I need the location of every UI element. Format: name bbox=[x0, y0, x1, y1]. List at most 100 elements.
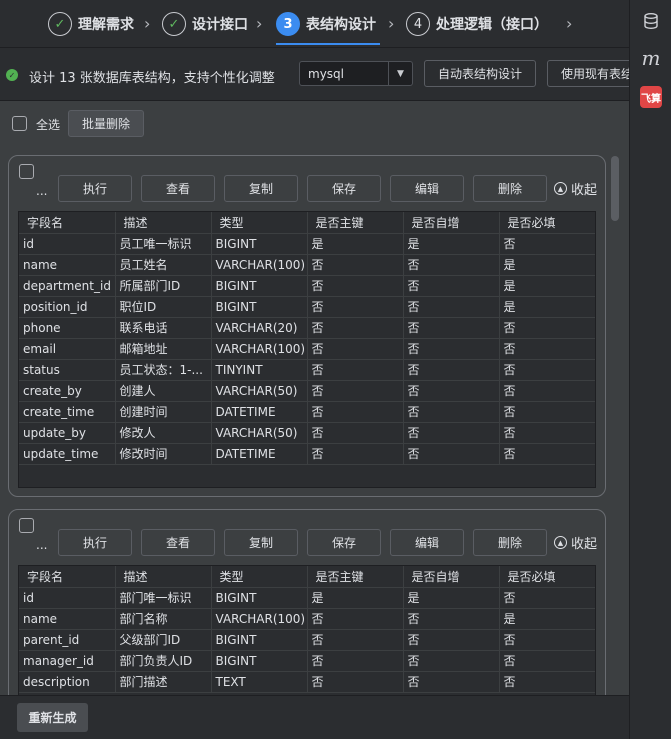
edit-button[interactable]: 编辑 bbox=[390, 175, 464, 202]
field-name-cell: department_id bbox=[19, 275, 116, 297]
step-design-api[interactable]: ✓ 设计接口 bbox=[162, 12, 248, 36]
card-checkbox[interactable] bbox=[19, 518, 34, 533]
table-list-area: 全选 批量删除 ... 执行 查看 复制 保存 编辑 删除 ▲ 收起 字段名 描述… bbox=[0, 101, 629, 695]
type-cell: BIGINT bbox=[211, 275, 308, 297]
table-row[interactable]: manager_id 部门负责人ID BIGINT 否否否 bbox=[19, 650, 595, 672]
required-cell: 否 bbox=[499, 650, 595, 672]
required-cell: 是 bbox=[499, 608, 595, 630]
fields-grid: 字段名 描述 类型 是否主键 是否自增 是否必填 id 员工唯一标识 BIGINT 是是否 nam… bbox=[18, 211, 596, 488]
batch-delete-button[interactable]: 批量删除 bbox=[68, 110, 144, 137]
step-label: 设计接口 bbox=[192, 17, 248, 33]
delete-button[interactable]: 删除 bbox=[473, 175, 547, 202]
primary-key-cell: 否 bbox=[307, 254, 404, 276]
view-button[interactable]: 查看 bbox=[141, 175, 215, 202]
auto-increment-header: 是否自增 bbox=[403, 212, 500, 234]
type-cell: BIGINT bbox=[211, 233, 308, 255]
save-button[interactable]: 保存 bbox=[307, 175, 381, 202]
step-logic[interactable]: 4 处理逻辑（接口） bbox=[406, 12, 548, 36]
type-cell: TINYINT bbox=[211, 359, 308, 381]
table-row[interactable]: create_time 创建时间 DATETIME 否否否 bbox=[19, 401, 595, 423]
table-name-truncated: ... bbox=[36, 184, 48, 198]
primary-key-cell: 否 bbox=[307, 275, 404, 297]
description-cell: 部门描述 bbox=[115, 671, 212, 693]
chevron-up-icon: ▲ bbox=[554, 536, 567, 549]
required-cell: 是 bbox=[499, 275, 595, 297]
step-table-design[interactable]: 3 表结构设计 bbox=[276, 12, 376, 36]
type-cell: VARCHAR(50) bbox=[211, 422, 308, 444]
auto-increment-cell: 是 bbox=[403, 233, 500, 255]
step-label: 表结构设计 bbox=[306, 17, 376, 33]
edit-button[interactable]: 编辑 bbox=[390, 529, 464, 556]
table-row[interactable]: description 部门描述 TEXT 否否否 bbox=[19, 671, 595, 693]
chevron-down-icon[interactable]: ▼ bbox=[388, 62, 412, 85]
fields-table: 字段名 描述 类型 是否主键 是否自增 是否必填 id 部门唯一标识 BIGINT 是是否 nam… bbox=[19, 566, 595, 693]
table-header-row: 字段名 描述 类型 是否主键 是否自增 是否必填 bbox=[19, 212, 595, 234]
vertical-scrollbar[interactable] bbox=[611, 156, 619, 221]
table-row[interactable]: position_id 职位ID BIGINT 否否是 bbox=[19, 296, 595, 318]
table-row[interactable]: update_by 修改人 VARCHAR(50) 否否否 bbox=[19, 422, 595, 444]
auto-increment-cell: 否 bbox=[403, 359, 500, 381]
table-row[interactable]: id 部门唯一标识 BIGINT 是是否 bbox=[19, 587, 595, 609]
primary-key-cell: 否 bbox=[307, 380, 404, 402]
save-button[interactable]: 保存 bbox=[307, 529, 381, 556]
table-row[interactable]: email 邮箱地址 VARCHAR(100) 否否否 bbox=[19, 338, 595, 360]
auto-increment-cell: 否 bbox=[403, 629, 500, 651]
use-existing-button[interactable]: 使用现有表结构 bbox=[547, 60, 642, 87]
db-type-value: mysql bbox=[308, 66, 344, 81]
type-header: 类型 bbox=[211, 566, 308, 588]
type-cell: BIGINT bbox=[211, 650, 308, 672]
step-number: 4 bbox=[406, 12, 430, 36]
table-card: ... 执行 查看 复制 保存 编辑 删除 ▲ 收起 字段名 描述 类型 是否主键 是否… bbox=[8, 509, 606, 695]
m-plugin-icon[interactable]: m bbox=[638, 45, 664, 71]
table-row[interactable]: status 员工状态：1-... TINYINT 否否否 bbox=[19, 359, 595, 381]
db-type-select[interactable]: mysql ▼ bbox=[299, 61, 413, 86]
table-row[interactable]: update_time 修改时间 DATETIME 否否否 bbox=[19, 443, 595, 465]
table-row[interactable]: id 员工唯一标识 BIGINT 是是否 bbox=[19, 233, 595, 255]
chevron-right-icon: › bbox=[256, 14, 263, 33]
step-understand-requirements[interactable]: ✓ 理解需求 bbox=[48, 12, 134, 36]
type-cell: BIGINT bbox=[211, 296, 308, 318]
table-row[interactable]: name 员工姓名 VARCHAR(100) 否否是 bbox=[19, 254, 595, 276]
description-cell: 修改时间 bbox=[115, 443, 212, 465]
type-cell: BIGINT bbox=[211, 587, 308, 609]
type-cell: DATETIME bbox=[211, 443, 308, 465]
auto-increment-cell: 否 bbox=[403, 296, 500, 318]
required-cell: 否 bbox=[499, 443, 595, 465]
card-checkbox[interactable] bbox=[19, 164, 34, 179]
execute-button[interactable]: 执行 bbox=[58, 529, 132, 556]
delete-button[interactable]: 删除 bbox=[473, 529, 547, 556]
type-header: 类型 bbox=[211, 212, 308, 234]
type-cell: DATETIME bbox=[211, 401, 308, 423]
collapse-label: 收起 bbox=[571, 537, 598, 552]
primary-key-cell: 否 bbox=[307, 443, 404, 465]
required-cell: 否 bbox=[499, 317, 595, 339]
view-button[interactable]: 查看 bbox=[141, 529, 215, 556]
description-cell: 职位ID bbox=[115, 296, 212, 318]
type-cell: VARCHAR(20) bbox=[211, 317, 308, 339]
collapse-toggle[interactable]: ▲ 收起 bbox=[554, 533, 597, 552]
field-name-cell: name bbox=[19, 608, 116, 630]
collapse-toggle[interactable]: ▲ 收起 bbox=[554, 179, 597, 198]
regenerate-button[interactable]: 重新生成 bbox=[17, 703, 88, 732]
table-body: id 员工唯一标识 BIGINT 是是否 name 员工姓名 VARCHAR(100) 否否是… bbox=[19, 233, 595, 465]
feisuan-plugin-icon[interactable]: 飞算 bbox=[640, 86, 662, 108]
database-icon[interactable] bbox=[638, 8, 664, 34]
select-all-checkbox[interactable] bbox=[12, 116, 27, 131]
primary-key-cell: 否 bbox=[307, 338, 404, 360]
table-row[interactable]: department_id 所属部门ID BIGINT 否否是 bbox=[19, 275, 595, 297]
table-row[interactable]: name 部门名称 VARCHAR(100) 否否是 bbox=[19, 608, 595, 630]
table-row[interactable]: phone 联系电话 VARCHAR(20) 否否否 bbox=[19, 317, 595, 339]
auto-increment-cell: 否 bbox=[403, 422, 500, 444]
right-tool-rail: m 飞算 bbox=[629, 0, 671, 739]
copy-button[interactable]: 复制 bbox=[224, 529, 298, 556]
execute-button[interactable]: 执行 bbox=[58, 175, 132, 202]
table-row[interactable]: create_by 创建人 VARCHAR(50) 否否否 bbox=[19, 380, 595, 402]
auto-increment-cell: 否 bbox=[403, 608, 500, 630]
auto-design-button[interactable]: 自动表结构设计 bbox=[424, 60, 536, 87]
table-row[interactable]: parent_id 父级部门ID BIGINT 否否否 bbox=[19, 629, 595, 651]
description-cell: 创建时间 bbox=[115, 401, 212, 423]
main-panel: ✓ 理解需求 › ✓ 设计接口 › 3 表结构设计 › 4 处理逻辑（接口） ›… bbox=[0, 0, 642, 739]
required-cell: 是 bbox=[499, 254, 595, 276]
copy-button[interactable]: 复制 bbox=[224, 175, 298, 202]
chevron-right-icon[interactable]: › bbox=[566, 14, 572, 33]
